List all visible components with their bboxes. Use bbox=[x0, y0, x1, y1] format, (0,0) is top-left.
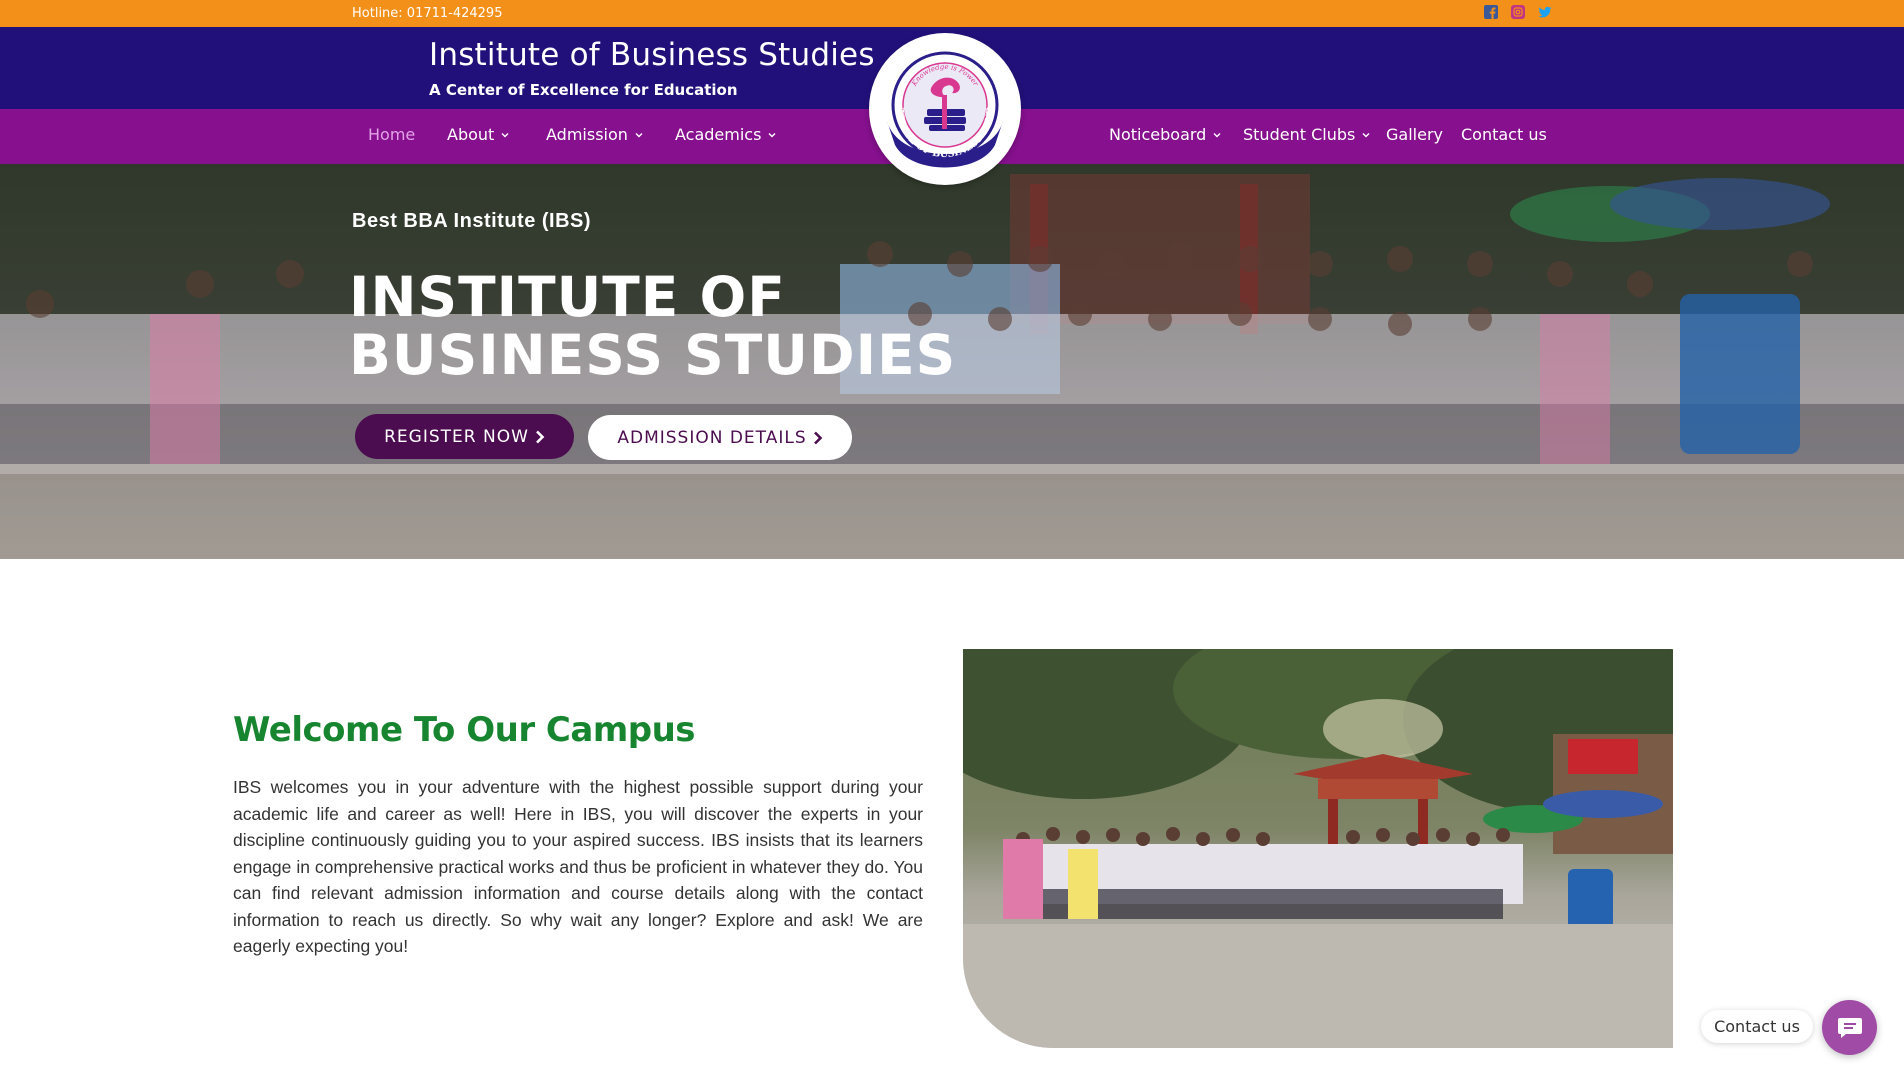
contact-widget-label[interactable]: Contact us bbox=[1701, 1010, 1813, 1043]
nav-home[interactable]: Home bbox=[368, 125, 415, 144]
chat-bubble-icon bbox=[1837, 1017, 1862, 1038]
chevron-down-icon bbox=[501, 132, 509, 137]
register-now-button[interactable]: REGISTER NOW bbox=[355, 414, 574, 459]
nav-noticeboard[interactable]: Noticeboard bbox=[1109, 125, 1222, 144]
facebook-icon[interactable] bbox=[1484, 5, 1498, 19]
chevron-down-icon bbox=[635, 132, 643, 137]
campus-photo bbox=[963, 649, 1673, 1048]
chevron-down-icon bbox=[1213, 132, 1221, 137]
site-title[interactable]: Institute of Business Studies bbox=[429, 37, 875, 73]
hotline-text[interactable]: Hotline: 01711-424295 bbox=[352, 6, 502, 21]
chevron-right-icon bbox=[535, 430, 545, 443]
chevron-down-icon bbox=[768, 132, 776, 137]
nav-contact[interactable]: Contact us bbox=[1461, 125, 1547, 144]
nav-academics[interactable]: Academics bbox=[675, 125, 777, 144]
hero-tagline: Best BBA Institute (IBS) bbox=[352, 210, 592, 232]
nav-admission[interactable]: Admission bbox=[546, 125, 644, 144]
hero-title: INSTITUTE OF BUSINESS STUDIES bbox=[349, 268, 956, 384]
instagram-icon[interactable] bbox=[1511, 5, 1525, 19]
welcome-paragraph: IBS welcomes you in your adventure with … bbox=[233, 777, 923, 956]
chevron-down-icon bbox=[1362, 132, 1370, 137]
nav-about[interactable]: About bbox=[447, 125, 510, 144]
register-now-label: REGISTER NOW bbox=[384, 426, 529, 447]
chevron-right-icon bbox=[813, 431, 822, 444]
admission-details-label: ADMISSION DETAILS bbox=[617, 427, 807, 448]
hero-title-line-1: INSTITUTE OF bbox=[349, 265, 786, 329]
twitter-icon[interactable] bbox=[1538, 5, 1552, 19]
top-bar bbox=[0, 0, 1904, 27]
admission-details-button[interactable]: ADMISSION DETAILS bbox=[588, 415, 852, 460]
welcome-title: Welcome To Our Campus bbox=[233, 710, 696, 750]
hero-title-line-2: BUSINESS STUDIES bbox=[349, 323, 957, 387]
contact-widget-button[interactable] bbox=[1822, 1000, 1877, 1055]
ibs-logo[interactable]: INSTITUTE OF BUSINESS STUDIES Knowledge … bbox=[865, 25, 1021, 185]
nav-gallery[interactable]: Gallery bbox=[1386, 125, 1443, 144]
site-subtitle: A Center of Excellence for Education bbox=[429, 81, 738, 99]
nav-student-clubs[interactable]: Student Clubs bbox=[1243, 125, 1371, 144]
